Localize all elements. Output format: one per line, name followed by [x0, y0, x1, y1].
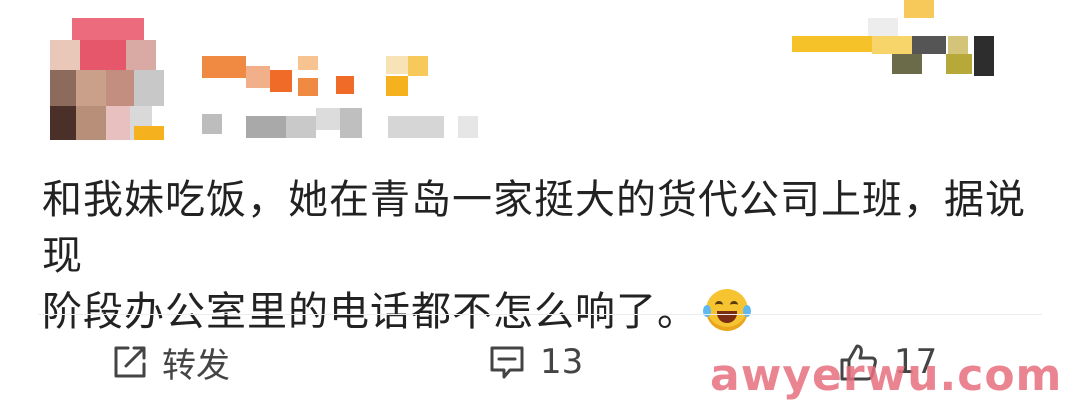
post-text-line-1: 和我妹吃饭，她在青岛一家挺大的货代公司上班，据说现	[42, 177, 1026, 279]
comment-count: 13	[540, 342, 584, 382]
repost-button[interactable]: 转发	[112, 340, 230, 386]
post-card: 和我妹吃饭，她在青岛一家挺大的货代公司上班，据说现 阶段办公室里的电话都不怎么响…	[0, 0, 1080, 409]
post-meta	[202, 108, 482, 142]
watermark: awyerwu.com	[710, 350, 1063, 401]
post-text-line-2-text: 阶段办公室里的电话都不怎么响了。	[42, 289, 698, 335]
comment-icon	[488, 344, 526, 380]
post-text-line-2: 阶段办公室里的电话都不怎么响了。	[42, 284, 1042, 340]
comment-button[interactable]: 13	[488, 340, 583, 384]
repost-label: 转发	[162, 345, 230, 386]
divider	[38, 314, 1042, 315]
laughing-crying-emoji-icon	[703, 289, 751, 331]
avatar[interactable]	[50, 18, 170, 142]
follow-badge[interactable]	[792, 0, 1002, 76]
share-icon	[112, 344, 148, 380]
username[interactable]	[202, 56, 442, 100]
